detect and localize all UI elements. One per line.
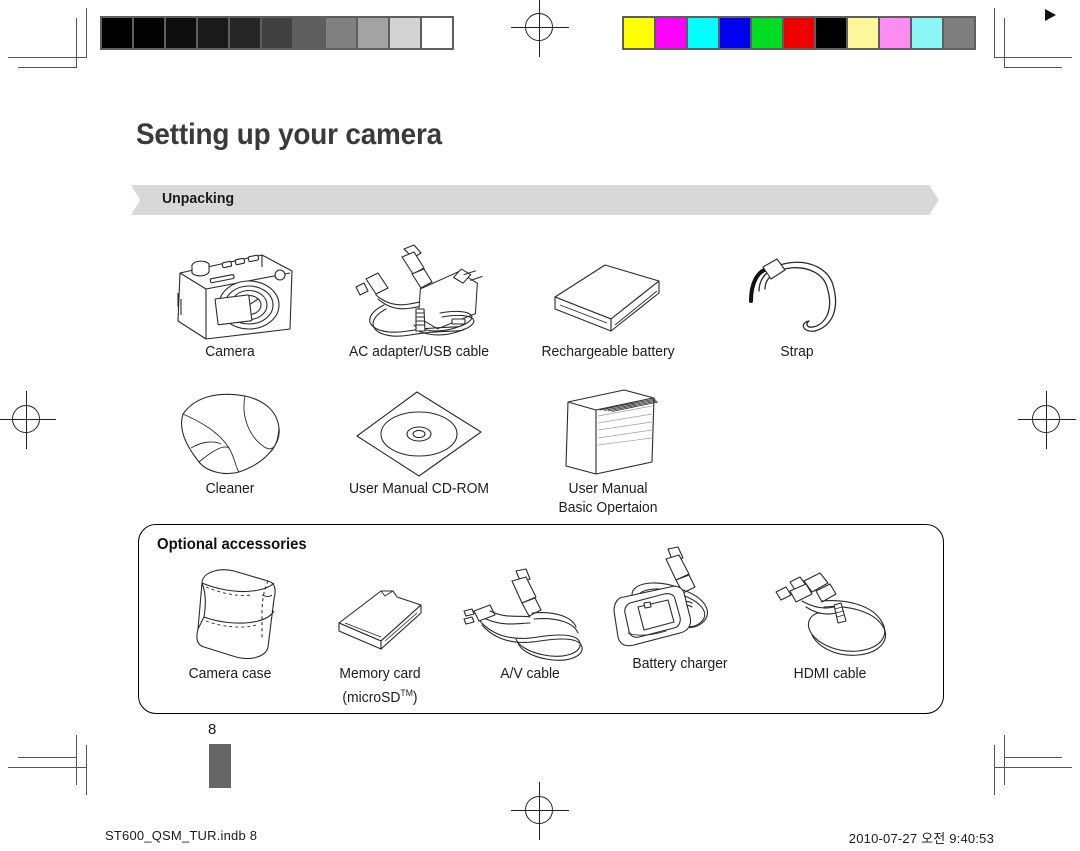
color-swatch-7 [848,18,878,48]
av-cable-icon [455,565,605,665]
list-item-label: AC adapter/USB cable [348,344,490,360]
list-item-label: HDMI cable [793,666,867,682]
grayscale-swatch-6 [294,18,324,48]
grayscale-swatch-5 [262,18,292,48]
crop-mark-top-right-horizontal [1004,67,1062,68]
list-item: Memory card (microSDTM) [305,565,455,708]
registration-mark-left-middle [0,391,56,449]
footer-filename: ST600_QSM_TUR.indb 8 [105,828,258,843]
color-swatch-5 [784,18,814,48]
registration-mark-top-center [511,0,569,57]
list-item-label: User Manual [568,481,648,497]
crop-mark-bottom-right-horizontal-2 [994,767,1072,768]
hdmi-cable-icon [755,565,905,665]
user-manual-icon [533,380,683,480]
list-item: AC adapter/USB cable [344,243,494,362]
list-item-label: Camera case [188,666,272,682]
crop-mark-top-left-vertical [76,18,77,68]
grayscale-swatch-0 [102,18,132,48]
grayscale-swatch-1 [134,18,164,48]
crop-mark-top-left-horizontal-2 [8,57,86,58]
list-item-label: Strap [780,344,814,360]
list-item-label: Battery charger [632,656,728,672]
color-calibration-strip [622,16,976,50]
list-item: Strap [722,243,872,362]
crop-mark-bottom-left-vertical-2 [86,745,87,795]
grayscale-swatch-10 [422,18,452,48]
memory-card-icon [305,565,455,665]
page-number: 8 [208,721,217,738]
list-item-label: Camera [205,344,255,360]
list-item-label-line2: Basic Opertaion [558,500,658,516]
crop-mark-bottom-left-vertical [76,735,77,785]
grayscale-swatch-3 [198,18,228,48]
camera-case-icon [155,565,305,665]
grayscale-swatch-9 [390,18,420,48]
list-item: A/V cable [455,565,605,684]
color-swatch-0 [624,18,654,48]
page-title: Setting up your camera [136,118,442,151]
crop-mark-bottom-left-horizontal-2 [8,767,86,768]
page-tab-marker [209,744,231,788]
crop-mark-top-right-horizontal-2 [994,57,1072,58]
list-item: Camera case [155,565,305,684]
color-swatch-2 [688,18,718,48]
battery-icon [533,243,683,343]
section-banner-label: Unpacking [162,190,235,207]
footer-timestamp: 2010-07-27 오전 9:40:53 [848,831,994,846]
cd-rom-icon [344,380,494,480]
grayscale-calibration-strip [100,16,454,50]
crop-mark-top-left-horizontal [18,67,76,68]
crop-mark-bottom-right-vertical [1004,735,1005,785]
list-item-label: Rechargeable battery [541,344,675,360]
triangle-right-icon [1045,9,1056,21]
document-page: Setting up your camera Unpacking Camera … [0,0,1080,851]
list-item: Cleaner [155,380,305,499]
crop-mark-top-left-vertical-2 [86,8,87,58]
list-item: Battery charger [605,546,755,674]
color-swatch-10 [944,18,974,48]
cleaner-cloth-icon [155,380,305,480]
grayscale-swatch-2 [166,18,196,48]
color-swatch-6 [816,18,846,48]
list-item: Rechargeable battery [533,243,683,362]
list-item-label: A/V cable [500,666,560,682]
list-item: User Manual Basic Opertaion [533,380,683,518]
color-swatch-9 [912,18,942,48]
list-item-label: Memory card [339,666,421,682]
color-swatch-3 [720,18,750,48]
crop-mark-bottom-right-vertical-2 [994,745,995,795]
crop-mark-bottom-left-horizontal [18,757,76,758]
color-swatch-1 [656,18,686,48]
trademark-symbol: TM [400,688,413,698]
grayscale-swatch-4 [230,18,260,48]
list-item-label-line2: (microSDTM) [308,684,452,708]
crop-mark-bottom-right-horizontal [1004,757,1062,758]
registration-mark-right-middle [1018,391,1076,449]
grayscale-swatch-7 [326,18,356,48]
list-item: User Manual CD-ROM [344,380,494,499]
section-banner-unpacking: Unpacking [131,185,939,215]
registration-mark-bottom-center [511,782,569,840]
list-item: HDMI cable [755,565,905,684]
memory-card-type: (microSD [342,689,401,706]
memory-card-paren-close: ) [412,689,418,706]
list-item-label: User Manual CD-ROM [348,481,490,497]
camera-icon [155,243,305,343]
strap-icon [722,243,872,343]
list-item-label: Cleaner [205,481,255,497]
ac-adapter-usb-cable-icon [344,243,494,343]
grayscale-swatch-8 [358,18,388,48]
optional-accessories-title: Optional accessories [157,536,307,553]
crop-mark-top-right-vertical-2 [994,8,995,58]
list-item: Camera [155,243,305,362]
color-swatch-8 [880,18,910,48]
battery-charger-icon [605,546,755,655]
crop-mark-top-right-vertical [1004,18,1005,68]
color-swatch-4 [752,18,782,48]
